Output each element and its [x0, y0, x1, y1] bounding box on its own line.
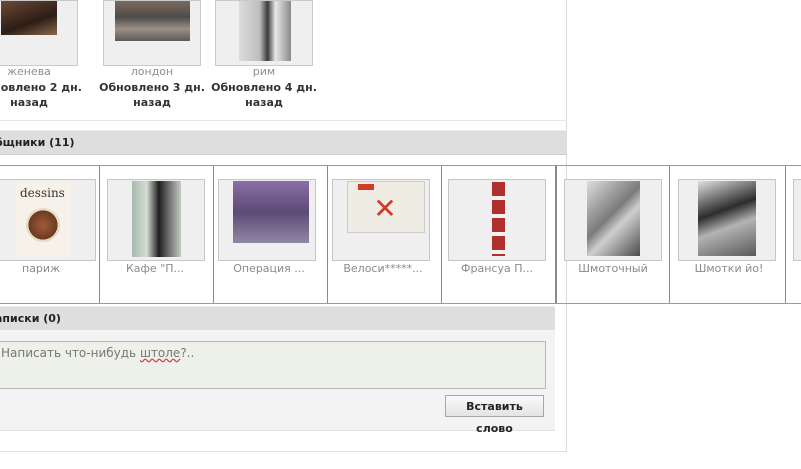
album-name: женева	[7, 65, 51, 78]
divider	[0, 120, 567, 121]
insert-word-button[interactable]: Вставить слово	[445, 395, 544, 435]
contributor-thumb[interactable]	[218, 179, 316, 261]
contributor-thumb[interactable]	[793, 179, 801, 261]
photo-shape	[358, 184, 374, 190]
cell-divider	[556, 166, 557, 303]
contributor-item-partial[interactable]	[786, 166, 801, 303]
contributor-photo	[233, 181, 309, 243]
contributor-item[interactable]: Шмотки йо!	[670, 166, 786, 303]
album-thumb[interactable]	[215, 0, 313, 66]
contributor-item[interactable]: dessins париж	[0, 166, 100, 303]
placeholder-misspelled-word: штоле	[139, 346, 181, 360]
album-thumb[interactable]	[0, 0, 78, 66]
note-placeholder: Написать что-нибудь штоле?..	[1, 343, 194, 363]
contributor-label: Франсуа П...	[461, 262, 533, 275]
contributor-item[interactable]: ✕ Велоси*****...	[328, 166, 442, 303]
contributors-title: бщники (11)	[0, 136, 75, 149]
album-name: лондон	[130, 65, 174, 78]
photo-lettering: dessins	[20, 186, 65, 200]
album-photo	[1, 1, 57, 35]
contributor-item[interactable]: Кафе "П...	[100, 166, 214, 303]
contributor-label: Шмотки йо!	[694, 262, 764, 275]
album-thumb[interactable]	[103, 0, 201, 66]
note-input[interactable]: Написать что-нибудь штоле?..	[0, 341, 546, 389]
contributor-thumb[interactable]: dessins	[0, 179, 96, 261]
strip-bottom-border	[0, 303, 801, 304]
album-photo	[239, 1, 291, 61]
album-updated: Обновлено 2 дн. назад	[0, 81, 82, 109]
album-photo	[115, 1, 190, 41]
album-updated: Обновлено 3 дн. назад	[99, 81, 205, 109]
notes-header: аписки (0)	[0, 306, 555, 331]
placeholder-text: Написать что-нибудь	[1, 346, 140, 360]
contributors-header: бщники (11)	[0, 130, 567, 155]
contributor-thumb[interactable]	[448, 179, 546, 261]
contributor-thumb[interactable]	[678, 179, 776, 261]
contributor-photo: dessins	[16, 182, 71, 258]
contributor-photo	[698, 181, 756, 256]
contributor-photo	[492, 182, 505, 256]
contributor-label: Шмоточный	[578, 262, 648, 275]
notes-title: аписки (0)	[0, 312, 61, 325]
cross-icon: ✕	[373, 192, 397, 225]
contributor-item[interactable]: Франсуа П...	[442, 166, 556, 303]
contributor-item[interactable]: Операция ...	[214, 166, 328, 303]
photo-shape	[26, 208, 60, 242]
panel-bottom-border	[0, 451, 567, 452]
contributor-photo: ✕	[347, 181, 425, 233]
contributor-item[interactable]: Шмоточный	[556, 166, 670, 303]
contributor-label: Велоси*****...	[343, 262, 423, 275]
contributor-thumb[interactable]	[564, 179, 662, 261]
contributor-label: Кафе "П...	[125, 262, 185, 275]
contributor-photo	[132, 181, 181, 257]
contributor-thumb[interactable]	[107, 179, 205, 261]
album-updated: Обновлено 4 дн. назад	[211, 81, 317, 109]
placeholder-text-end: ?..	[180, 346, 195, 360]
contributor-thumb[interactable]: ✕	[332, 179, 430, 261]
contributor-photo	[587, 181, 640, 256]
album-name: рим	[252, 65, 276, 78]
contributor-label: париж	[22, 262, 60, 275]
contributor-label: Операция ...	[233, 262, 305, 275]
